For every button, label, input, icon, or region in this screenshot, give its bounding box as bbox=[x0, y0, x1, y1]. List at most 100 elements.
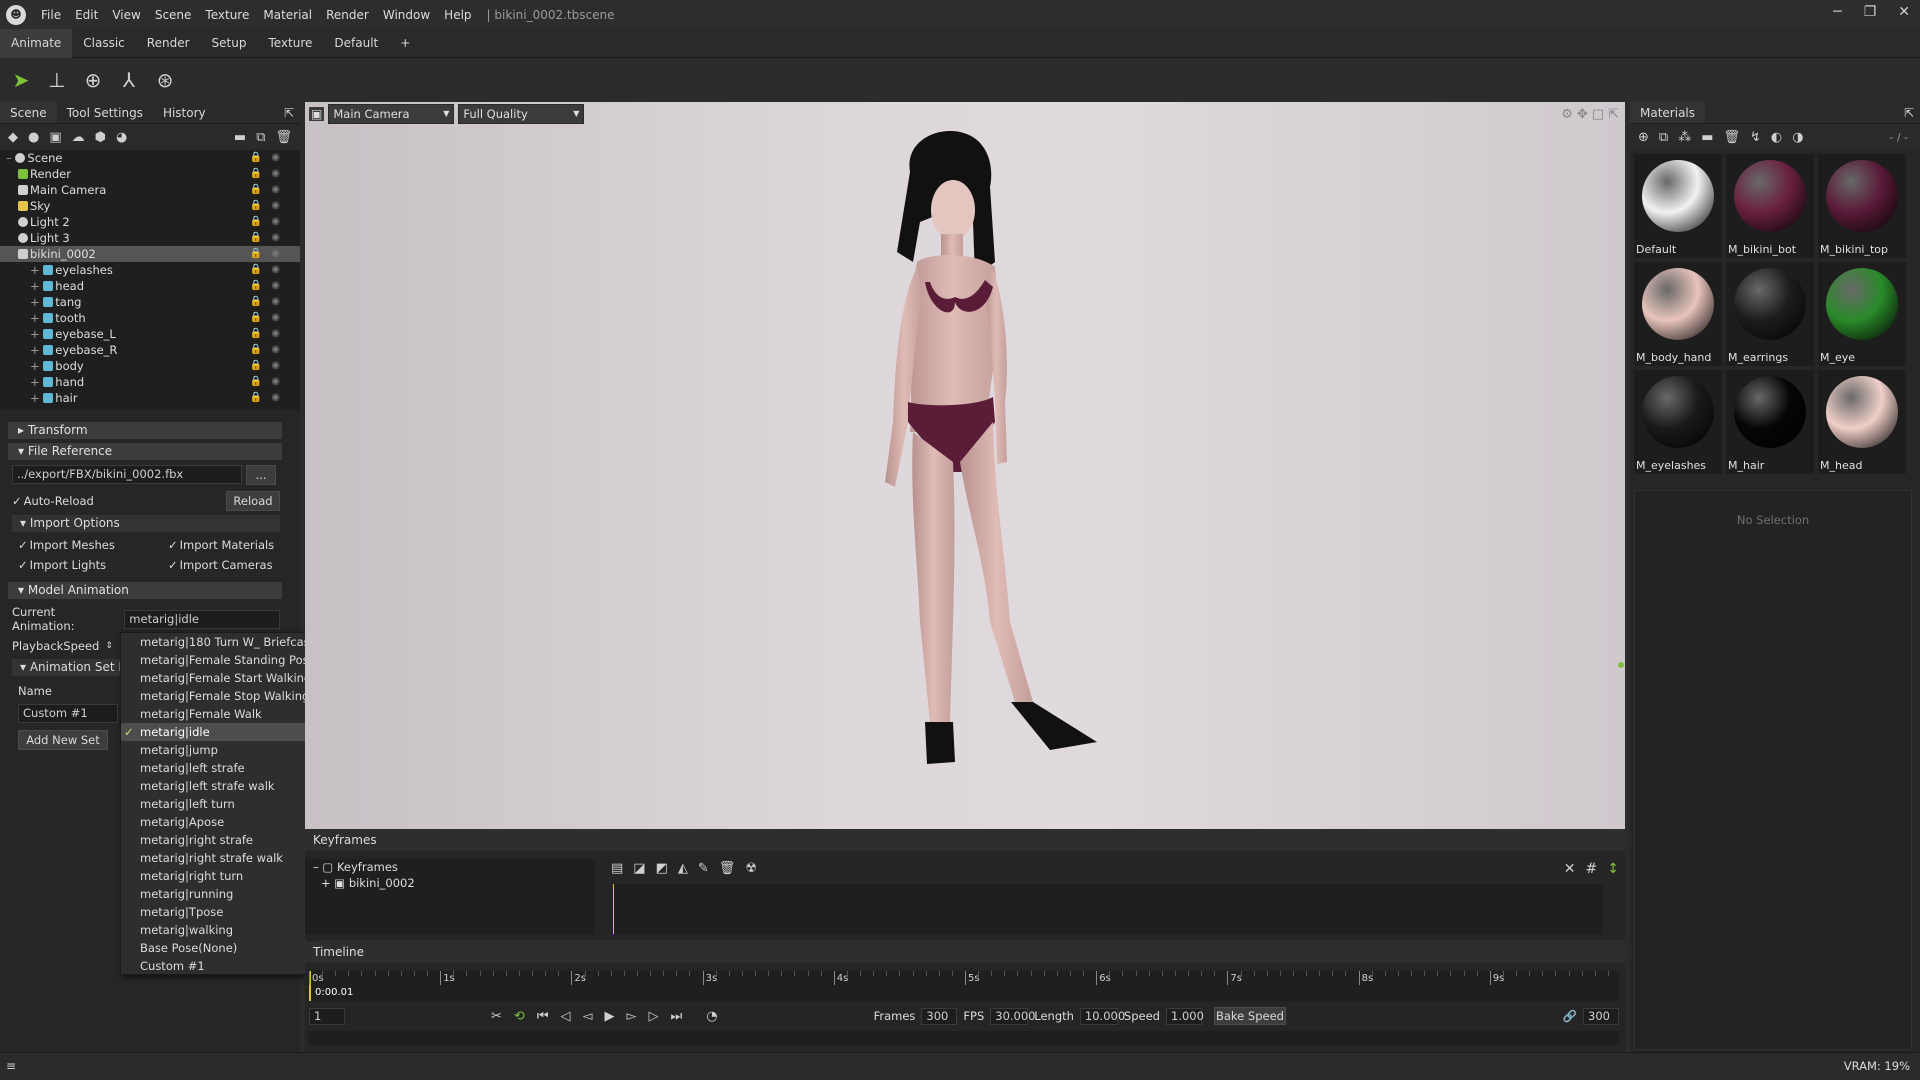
lock-icon[interactable]: 🔒 bbox=[250, 342, 262, 358]
dropdown-option[interactable]: metarig|running bbox=[121, 885, 308, 903]
key-pick-icon[interactable]: ✎ bbox=[698, 861, 709, 876]
tab-tool-settings[interactable]: Tool Settings bbox=[57, 102, 153, 123]
add-sky-icon[interactable]: ☁ bbox=[72, 130, 85, 145]
tab-scene[interactable]: Scene bbox=[0, 102, 57, 123]
loop-icon[interactable]: ⟲ bbox=[514, 1009, 525, 1024]
tab-history[interactable]: History bbox=[153, 102, 216, 123]
add-mesh-icon[interactable]: ◆ bbox=[8, 130, 18, 145]
visibility-icon[interactable]: ◉ bbox=[271, 182, 280, 198]
tab-animate[interactable]: Animate bbox=[0, 28, 73, 58]
tree-item-keyframes[interactable]: – ▢ Keyframes bbox=[305, 859, 595, 875]
import-meshes-checkbox[interactable]: Import Meshes bbox=[18, 538, 168, 552]
tab-setup[interactable]: Setup bbox=[201, 29, 258, 58]
add-light-icon[interactable]: ● bbox=[28, 130, 39, 145]
bake-speed-button[interactable]: Bake Speed bbox=[1213, 1007, 1286, 1025]
materials-popout-icon[interactable]: ⇱ bbox=[1904, 102, 1920, 123]
frame-field[interactable]: 1 bbox=[309, 1007, 345, 1025]
next-frame-icon[interactable]: ▻ bbox=[627, 1009, 637, 1024]
dropdown-option[interactable]: metarig|jump bbox=[121, 741, 308, 759]
visibility-icon[interactable]: ◉ bbox=[271, 198, 280, 214]
restore-icon[interactable]: ❐ bbox=[1864, 4, 1877, 20]
select-tool-icon[interactable]: ➤ bbox=[8, 67, 34, 93]
lock-icon[interactable]: 🔒 bbox=[250, 230, 262, 246]
visibility-icon[interactable]: ◉ bbox=[271, 262, 280, 278]
visibility-icon[interactable]: ◉ bbox=[271, 230, 280, 246]
key-grid-icon[interactable]: # bbox=[1586, 861, 1598, 877]
dropdown-option[interactable]: metarig|Female Start Walking bbox=[121, 669, 311, 687]
tree-item[interactable]: Light 3 🔒 ◉ bbox=[0, 230, 300, 246]
lock-icon[interactable]: 🔒 bbox=[250, 326, 262, 342]
material-thumbnail[interactable]: M_eye bbox=[1818, 262, 1906, 366]
import-cameras-checkbox[interactable]: Import Cameras bbox=[168, 558, 288, 572]
tree-item-bikini-0002[interactable]: + ▣ bikini_0002 bbox=[305, 875, 595, 891]
import-materials-checkbox[interactable]: Import Materials bbox=[168, 538, 288, 552]
dropdown-option[interactable]: Base Pose(None) bbox=[121, 939, 308, 957]
dropdown-option[interactable]: metarig|left strafe walk bbox=[121, 777, 308, 795]
import-lights-checkbox[interactable]: Import Lights bbox=[18, 558, 168, 572]
expand-icon[interactable]: + bbox=[30, 263, 43, 277]
cut-icon[interactable]: ✂ bbox=[491, 1009, 502, 1024]
dropdown-option[interactable]: metarig|idle bbox=[121, 723, 308, 741]
transform-section[interactable]: ▸ Transform bbox=[8, 422, 282, 439]
world-tool-icon[interactable]: ⊛ bbox=[152, 67, 178, 93]
tree-item[interactable]: Sky 🔒 ◉ bbox=[0, 198, 300, 214]
prev-frame-icon[interactable]: ◅ bbox=[583, 1009, 593, 1024]
tab-render[interactable]: Render bbox=[136, 29, 201, 58]
rotate-tool-icon[interactable]: ⊕ bbox=[80, 67, 106, 93]
material-thumbnail[interactable]: M_head bbox=[1818, 370, 1906, 474]
add-material-icon[interactable]: ◕ bbox=[116, 130, 127, 145]
visibility-icon[interactable]: ◉ bbox=[271, 150, 280, 166]
menu-window[interactable]: Window bbox=[376, 8, 437, 22]
material-thumbnail[interactable]: M_bikini_top bbox=[1818, 154, 1906, 258]
prev-key-icon[interactable]: ◁ bbox=[561, 1009, 571, 1024]
dropdown-option[interactable]: metarig|Female Stop Walking bbox=[121, 687, 309, 705]
expand-icon[interactable]: + bbox=[30, 311, 43, 325]
lock-icon[interactable]: 🔒 bbox=[250, 198, 262, 214]
auto-reload-checkbox[interactable]: Auto-Reload bbox=[12, 494, 94, 508]
expand-icon[interactable]: + bbox=[30, 391, 43, 405]
material-thumbnail[interactable]: M_earrings bbox=[1726, 262, 1814, 366]
visibility-icon[interactable]: ◉ bbox=[271, 342, 280, 358]
visibility-icon[interactable]: ◉ bbox=[271, 214, 280, 230]
timeline-track[interactable] bbox=[309, 1031, 1619, 1045]
key-snap-icon[interactable]: ↕ bbox=[1607, 861, 1619, 877]
tree-item[interactable]: + eyelashes 🔒 ◉ bbox=[0, 262, 300, 278]
key-delete-icon[interactable]: 🗑 bbox=[719, 861, 736, 876]
speed-field[interactable]: 1.000 bbox=[1165, 1007, 1204, 1025]
lock-icon[interactable]: 🔒 bbox=[250, 358, 262, 374]
add-new-set-button[interactable]: Add New Set bbox=[18, 730, 108, 750]
tree-item[interactable]: + tang 🔒 ◉ bbox=[0, 294, 300, 310]
add-camera-icon[interactable]: ▣ bbox=[49, 130, 61, 145]
material-thumbnail[interactable]: M_hair bbox=[1726, 370, 1814, 474]
duplicate-material-icon[interactable]: ⧉ bbox=[1659, 130, 1668, 145]
menu-scene[interactable]: Scene bbox=[148, 8, 199, 22]
menu-file[interactable]: File bbox=[34, 8, 68, 22]
dropdown-option[interactable]: metarig|Female Walk bbox=[121, 705, 308, 723]
browse-button[interactable]: ... bbox=[246, 465, 276, 485]
frames-field[interactable]: 300 bbox=[921, 1007, 958, 1025]
assign-material-icon[interactable]: ↯ bbox=[1750, 130, 1761, 145]
key-smooth-icon[interactable]: ◪ bbox=[633, 861, 645, 876]
lock-icon[interactable]: 🔒 bbox=[250, 262, 262, 278]
visibility-icon[interactable]: ◉ bbox=[271, 374, 280, 390]
tab-texture[interactable]: Texture bbox=[257, 29, 323, 58]
link-icon[interactable]: 🔗 bbox=[1563, 1009, 1577, 1023]
dropdown-option[interactable]: Custom #1 bbox=[121, 957, 308, 975]
visibility-icon[interactable]: ◉ bbox=[271, 390, 280, 406]
scale-tool-icon[interactable]: ⅄ bbox=[116, 67, 142, 93]
delete-icon[interactable]: 🗑 bbox=[275, 130, 300, 145]
tree-item[interactable]: + head 🔒 ◉ bbox=[0, 278, 300, 294]
popout-icon[interactable]: ⇱ bbox=[284, 102, 300, 123]
material-thumbnail[interactable]: Default bbox=[1634, 154, 1722, 258]
menu-help[interactable]: Help bbox=[437, 8, 478, 22]
expand-icon[interactable]: + bbox=[30, 343, 43, 357]
menu-lines-icon[interactable]: ≡ bbox=[6, 1059, 16, 1073]
key-auto-icon[interactable]: ◭ bbox=[678, 861, 688, 876]
lock-icon[interactable]: 🔒 bbox=[250, 150, 262, 166]
material-thumbnail[interactable]: M_eyelashes bbox=[1634, 370, 1722, 474]
next-key-icon[interactable]: ▷ bbox=[649, 1009, 659, 1024]
lock-icon[interactable]: 🔒 bbox=[250, 246, 262, 262]
refresh-material-icon[interactable]: ◑ bbox=[1792, 130, 1803, 145]
play-icon[interactable]: ▶ bbox=[605, 1009, 615, 1024]
merge-material-icon[interactable]: ⁂ bbox=[1678, 130, 1691, 145]
